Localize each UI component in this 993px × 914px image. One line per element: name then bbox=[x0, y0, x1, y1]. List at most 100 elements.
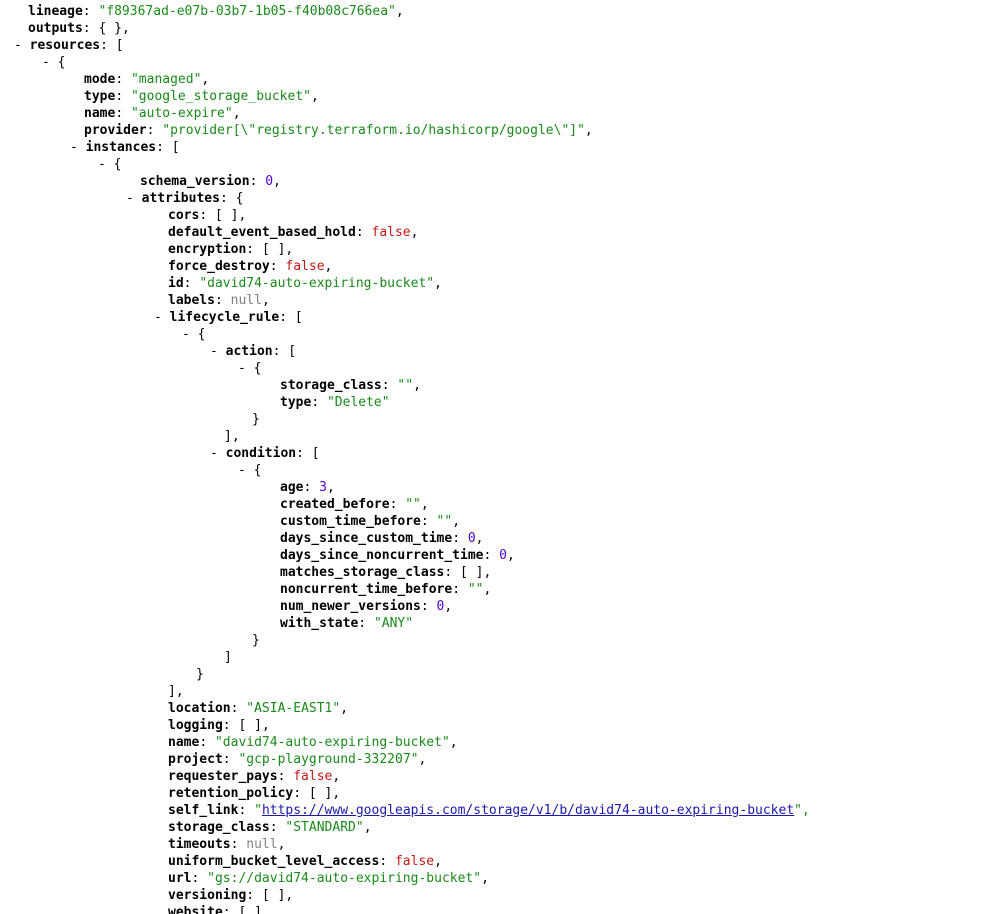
opening-bracket: { bbox=[253, 463, 262, 478]
json-key: location bbox=[168, 701, 231, 716]
opening-bracket: [ bbox=[171, 140, 180, 155]
collapse-toggle-icon[interactable]: - bbox=[42, 55, 50, 70]
empty-collection-value: [ ] bbox=[460, 565, 484, 580]
collapse-toggle-icon[interactable]: - bbox=[210, 446, 218, 461]
json-line: created_before: "", bbox=[280, 497, 429, 512]
comma: , bbox=[332, 786, 341, 801]
json-line: force_destroy: false, bbox=[168, 259, 333, 274]
json-line: self_link: "https://www.googleapis.com/s… bbox=[168, 803, 810, 818]
null-value: null bbox=[246, 837, 278, 852]
string-value: "" bbox=[397, 378, 414, 393]
opening-bracket: { bbox=[253, 361, 262, 376]
json-line: outputs: { }, bbox=[28, 21, 130, 36]
opening-bracket: [ bbox=[115, 38, 124, 53]
comma: , bbox=[395, 4, 404, 19]
json-line: schema_version: 0, bbox=[140, 174, 281, 189]
json-key: with_state bbox=[280, 616, 359, 631]
comma: , bbox=[326, 480, 335, 495]
collapse-toggle-icon[interactable]: - bbox=[182, 327, 190, 342]
collapse-toggle-icon[interactable]: - bbox=[154, 310, 162, 325]
json-key: created_before bbox=[280, 497, 390, 512]
json-key: lineage bbox=[28, 4, 83, 19]
json-key: id bbox=[168, 276, 184, 291]
comma: , bbox=[238, 208, 247, 223]
json-line: - { bbox=[42, 54, 65, 71]
collapse-toggle-icon[interactable]: - bbox=[238, 463, 246, 478]
json-line: ], bbox=[224, 428, 240, 445]
json-key: retention_policy bbox=[168, 786, 294, 801]
comma: , bbox=[324, 259, 333, 274]
json-key: versioning bbox=[168, 888, 247, 903]
collapse-toggle-icon[interactable]: - bbox=[14, 38, 22, 53]
null-value: null bbox=[230, 293, 262, 308]
json-key: encryption bbox=[168, 242, 247, 257]
json-line: project: "gcp-playground-332207", bbox=[168, 752, 427, 767]
number-value: 0 bbox=[467, 531, 476, 546]
opening-bracket: { bbox=[57, 55, 66, 70]
comma: , bbox=[483, 565, 492, 580]
number-value: 3 bbox=[319, 480, 327, 495]
string-value: "gs://david74-auto-expiring-bucket" bbox=[207, 871, 482, 886]
json-line: - attributes: { bbox=[126, 191, 244, 206]
string-value: "managed" bbox=[130, 72, 202, 87]
self-link[interactable]: https://www.googleapis.com/storage/v1/b/… bbox=[262, 803, 794, 818]
comma: , bbox=[232, 106, 241, 121]
json-key: force_destroy bbox=[168, 259, 270, 274]
boolean-value: false bbox=[371, 225, 411, 240]
json-key: outputs bbox=[28, 21, 83, 36]
json-line: name: "david74-auto-expiring-bucket", bbox=[168, 735, 458, 750]
json-line: - action: [ bbox=[210, 344, 297, 359]
json-key: name bbox=[168, 735, 200, 750]
comma: , bbox=[444, 599, 453, 614]
json-line: uniform_bucket_level_access: false, bbox=[168, 854, 442, 869]
json-line: - { bbox=[182, 326, 205, 343]
collapse-toggle-icon[interactable]: - bbox=[126, 191, 134, 206]
comma: , bbox=[261, 293, 270, 308]
comma: , bbox=[410, 225, 419, 240]
string-value: "david74-auto-expiring-bucket" bbox=[199, 276, 435, 291]
json-key: days_since_custom_time bbox=[280, 531, 453, 546]
string-value: "ASIA-EAST1" bbox=[246, 701, 341, 716]
json-line: provider: "provider[\"registry.terraform… bbox=[84, 123, 593, 138]
closing-bracket: ], bbox=[168, 684, 184, 699]
string-value: "google_storage_bucket" bbox=[130, 89, 311, 104]
collapse-toggle-icon[interactable]: - bbox=[210, 344, 218, 359]
json-key: action bbox=[225, 344, 273, 359]
json-line: id: "david74-auto-expiring-bucket", bbox=[168, 276, 442, 291]
json-key: schema_version bbox=[140, 174, 250, 189]
collapse-toggle-icon[interactable]: - bbox=[98, 157, 106, 172]
string-value: "f89367ad-e07b-03b7-1b05-f40b08c766ea" bbox=[98, 4, 396, 19]
string-value: "provider[\"registry.terraform.io/hashic… bbox=[162, 123, 585, 138]
json-line: name: "auto-expire", bbox=[84, 106, 241, 121]
comma: , bbox=[285, 888, 294, 903]
comma: , bbox=[413, 378, 421, 393]
collapse-toggle-icon[interactable]: - bbox=[70, 140, 78, 155]
comma: , bbox=[483, 582, 492, 597]
boolean-value: false bbox=[293, 769, 333, 784]
string-value: "david74-auto-expiring-bucket" bbox=[214, 735, 450, 750]
collapse-toggle-icon[interactable]: - bbox=[238, 361, 246, 376]
json-line: labels: null, bbox=[168, 293, 270, 308]
json-viewer: lineage: "f89367ad-e07b-03b7-1b05-f40b08… bbox=[0, 0, 993, 914]
opening-bracket: [ bbox=[294, 310, 303, 325]
json-line: lineage: "f89367ad-e07b-03b7-1b05-f40b08… bbox=[28, 4, 404, 19]
json-key: name bbox=[84, 106, 116, 121]
json-line: versioning: [ ], bbox=[168, 888, 294, 903]
json-key: storage_class bbox=[168, 820, 270, 835]
json-key: project bbox=[168, 752, 223, 767]
json-line: } bbox=[252, 632, 260, 649]
empty-collection-value: [ ] bbox=[214, 208, 239, 223]
empty-collection-value: [ ] bbox=[261, 242, 286, 257]
json-line: with_state: "ANY" bbox=[280, 616, 414, 631]
json-line: - { bbox=[238, 360, 261, 377]
json-key: instances bbox=[85, 140, 157, 155]
empty-collection-value: [ ] bbox=[238, 718, 262, 733]
json-key: noncurrent_time_before bbox=[280, 582, 453, 597]
json-key: custom_time_before bbox=[280, 514, 421, 529]
json-line: - condition: [ bbox=[210, 446, 320, 461]
json-key: uniform_bucket_level_access bbox=[168, 854, 380, 869]
string-value: "" bbox=[405, 497, 421, 512]
json-line: retention_policy: [ ], bbox=[168, 786, 341, 801]
comma: , bbox=[434, 276, 442, 291]
json-key: resources bbox=[29, 38, 101, 53]
